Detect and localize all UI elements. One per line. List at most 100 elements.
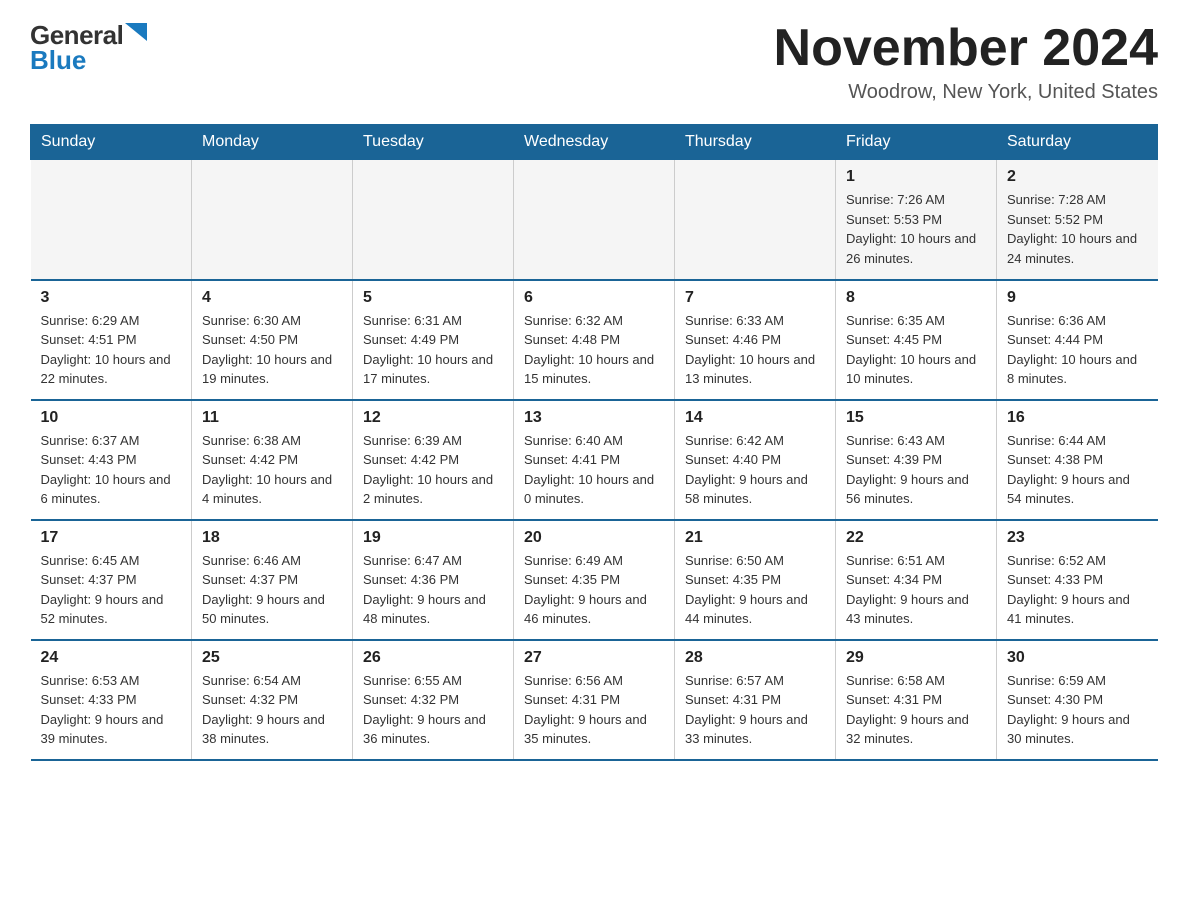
day-number: 8 [846, 289, 986, 307]
day-number: 24 [41, 649, 182, 667]
weekday-header-row: SundayMondayTuesdayWednesdayThursdayFrid… [31, 125, 1158, 160]
weekday-header-thursday: Thursday [675, 125, 836, 160]
calendar-cell: 13 Sunrise: 6:40 AM Sunset: 4:41 PM Dayli… [514, 400, 675, 520]
calendar-cell: 14 Sunrise: 6:42 AM Sunset: 4:40 PM Dayli… [675, 400, 836, 520]
day-info: Sunrise: 7:26 AM Sunset: 5:53 PM Dayligh… [846, 190, 986, 268]
calendar-cell: 2 Sunrise: 7:28 AM Sunset: 5:52 PM Daylig… [997, 160, 1158, 280]
day-info: Sunrise: 6:59 AM Sunset: 4:30 PM Dayligh… [1007, 671, 1148, 749]
day-number: 10 [41, 409, 182, 427]
day-info: Sunrise: 6:33 AM Sunset: 4:46 PM Dayligh… [685, 311, 825, 389]
day-number: 13 [524, 409, 664, 427]
calendar-cell: 15 Sunrise: 6:43 AM Sunset: 4:39 PM Dayli… [836, 400, 997, 520]
day-number: 21 [685, 529, 825, 547]
calendar-cell: 21 Sunrise: 6:50 AM Sunset: 4:35 PM Dayli… [675, 520, 836, 640]
calendar-cell: 8 Sunrise: 6:35 AM Sunset: 4:45 PM Daylig… [836, 280, 997, 400]
calendar-cell [192, 160, 353, 280]
calendar-cell: 26 Sunrise: 6:55 AM Sunset: 4:32 PM Dayli… [353, 640, 514, 760]
day-info: Sunrise: 6:51 AM Sunset: 4:34 PM Dayligh… [846, 551, 986, 629]
calendar-cell: 30Sunrise: 6:59 AM Sunset: 4:30 PM Dayli… [997, 640, 1158, 760]
day-number: 15 [846, 409, 986, 427]
logo-triangle-icon [125, 23, 147, 41]
day-number: 7 [685, 289, 825, 307]
day-info: Sunrise: 6:39 AM Sunset: 4:42 PM Dayligh… [363, 431, 503, 509]
day-info: Sunrise: 6:49 AM Sunset: 4:35 PM Dayligh… [524, 551, 664, 629]
weekday-header-sunday: Sunday [31, 125, 192, 160]
weekday-header-saturday: Saturday [997, 125, 1158, 160]
day-number: 2 [1007, 168, 1148, 186]
week-row-3: 10 Sunrise: 6:37 AM Sunset: 4:43 PM Dayli… [31, 400, 1158, 520]
day-info: Sunrise: 6:57 AM Sunset: 4:31 PM Dayligh… [685, 671, 825, 749]
day-number: 23 [1007, 529, 1148, 547]
page-header: General Blue November 2024 Woodrow, New … [30, 20, 1158, 104]
calendar-cell: 4Sunrise: 6:30 AM Sunset: 4:50 PM Daylig… [192, 280, 353, 400]
day-number: 3 [41, 289, 182, 307]
day-info: Sunrise: 6:45 AM Sunset: 4:37 PM Dayligh… [41, 551, 182, 629]
day-info: Sunrise: 6:56 AM Sunset: 4:31 PM Dayligh… [524, 671, 664, 749]
day-number: 20 [524, 529, 664, 547]
day-number: 1 [846, 168, 986, 186]
day-number: 6 [524, 289, 664, 307]
weekday-header-monday: Monday [192, 125, 353, 160]
day-info: Sunrise: 6:52 AM Sunset: 4:33 PM Dayligh… [1007, 551, 1148, 629]
day-number: 27 [524, 649, 664, 667]
day-info: Sunrise: 6:44 AM Sunset: 4:38 PM Dayligh… [1007, 431, 1148, 509]
calendar-cell: 19 Sunrise: 6:47 AM Sunset: 4:36 PM Dayli… [353, 520, 514, 640]
calendar-cell: 11 Sunrise: 6:38 AM Sunset: 4:42 PM Dayli… [192, 400, 353, 520]
calendar-cell: 5 Sunrise: 6:31 AM Sunset: 4:49 PM Daylig… [353, 280, 514, 400]
weekday-header-tuesday: Tuesday [353, 125, 514, 160]
weekday-header-wednesday: Wednesday [514, 125, 675, 160]
day-number: 11 [202, 409, 342, 427]
day-info: Sunrise: 6:55 AM Sunset: 4:32 PM Dayligh… [363, 671, 503, 749]
calendar-cell: 27 Sunrise: 6:56 AM Sunset: 4:31 PM Dayli… [514, 640, 675, 760]
day-info: Sunrise: 6:54 AM Sunset: 4:32 PM Dayligh… [202, 671, 342, 749]
week-row-4: 17 Sunrise: 6:45 AM Sunset: 4:37 PM Dayli… [31, 520, 1158, 640]
calendar-cell: 3 Sunrise: 6:29 AM Sunset: 4:51 PM Daylig… [31, 280, 192, 400]
day-number: 19 [363, 529, 503, 547]
day-info: Sunrise: 6:37 AM Sunset: 4:43 PM Dayligh… [41, 431, 182, 509]
calendar-cell [31, 160, 192, 280]
calendar-cell: 6Sunrise: 6:32 AM Sunset: 4:48 PM Daylig… [514, 280, 675, 400]
calendar-cell: 17 Sunrise: 6:45 AM Sunset: 4:37 PM Dayli… [31, 520, 192, 640]
calendar-cell: 23 Sunrise: 6:52 AM Sunset: 4:33 PM Dayli… [997, 520, 1158, 640]
weekday-header-friday: Friday [836, 125, 997, 160]
day-number: 28 [685, 649, 825, 667]
week-row-1: 1 Sunrise: 7:26 AM Sunset: 5:53 PM Daylig… [31, 160, 1158, 280]
logo: General Blue [30, 20, 147, 76]
day-info: Sunrise: 6:43 AM Sunset: 4:39 PM Dayligh… [846, 431, 986, 509]
week-row-5: 24 Sunrise: 6:53 AM Sunset: 4:33 PM Dayli… [31, 640, 1158, 760]
day-info: Sunrise: 6:38 AM Sunset: 4:42 PM Dayligh… [202, 431, 342, 509]
calendar-cell: 10 Sunrise: 6:37 AM Sunset: 4:43 PM Dayli… [31, 400, 192, 520]
day-info: Sunrise: 6:30 AM Sunset: 4:50 PM Dayligh… [202, 311, 342, 389]
calendar-cell: 25 Sunrise: 6:54 AM Sunset: 4:32 PM Dayli… [192, 640, 353, 760]
calendar-cell: 9Sunrise: 6:36 AM Sunset: 4:44 PM Daylig… [997, 280, 1158, 400]
day-number: 5 [363, 289, 503, 307]
day-number: 14 [685, 409, 825, 427]
day-info: Sunrise: 6:29 AM Sunset: 4:51 PM Dayligh… [41, 311, 182, 389]
day-number: 25 [202, 649, 342, 667]
day-number: 26 [363, 649, 503, 667]
day-number: 17 [41, 529, 182, 547]
calendar-cell: 28 Sunrise: 6:57 AM Sunset: 4:31 PM Dayli… [675, 640, 836, 760]
day-info: Sunrise: 6:53 AM Sunset: 4:33 PM Dayligh… [41, 671, 182, 749]
day-info: Sunrise: 6:36 AM Sunset: 4:44 PM Dayligh… [1007, 311, 1148, 389]
day-info: Sunrise: 7:28 AM Sunset: 5:52 PM Dayligh… [1007, 190, 1148, 268]
calendar-cell: 22 Sunrise: 6:51 AM Sunset: 4:34 PM Dayli… [836, 520, 997, 640]
calendar-cell: 7 Sunrise: 6:33 AM Sunset: 4:46 PM Daylig… [675, 280, 836, 400]
calendar-cell: 24 Sunrise: 6:53 AM Sunset: 4:33 PM Dayli… [31, 640, 192, 760]
day-info: Sunrise: 6:40 AM Sunset: 4:41 PM Dayligh… [524, 431, 664, 509]
day-number: 29 [846, 649, 986, 667]
week-row-2: 3 Sunrise: 6:29 AM Sunset: 4:51 PM Daylig… [31, 280, 1158, 400]
day-info: Sunrise: 6:58 AM Sunset: 4:31 PM Dayligh… [846, 671, 986, 749]
day-number: 18 [202, 529, 342, 547]
calendar-cell: 18Sunrise: 6:46 AM Sunset: 4:37 PM Dayli… [192, 520, 353, 640]
day-info: Sunrise: 6:31 AM Sunset: 4:49 PM Dayligh… [363, 311, 503, 389]
calendar-cell: 16Sunrise: 6:44 AM Sunset: 4:38 PM Dayli… [997, 400, 1158, 520]
day-info: Sunrise: 6:42 AM Sunset: 4:40 PM Dayligh… [685, 431, 825, 509]
calendar-cell: 20 Sunrise: 6:49 AM Sunset: 4:35 PM Dayli… [514, 520, 675, 640]
day-info: Sunrise: 6:47 AM Sunset: 4:36 PM Dayligh… [363, 551, 503, 629]
calendar-cell [353, 160, 514, 280]
day-info: Sunrise: 6:35 AM Sunset: 4:45 PM Dayligh… [846, 311, 986, 389]
day-info: Sunrise: 6:50 AM Sunset: 4:35 PM Dayligh… [685, 551, 825, 629]
day-number: 22 [846, 529, 986, 547]
calendar-cell [514, 160, 675, 280]
